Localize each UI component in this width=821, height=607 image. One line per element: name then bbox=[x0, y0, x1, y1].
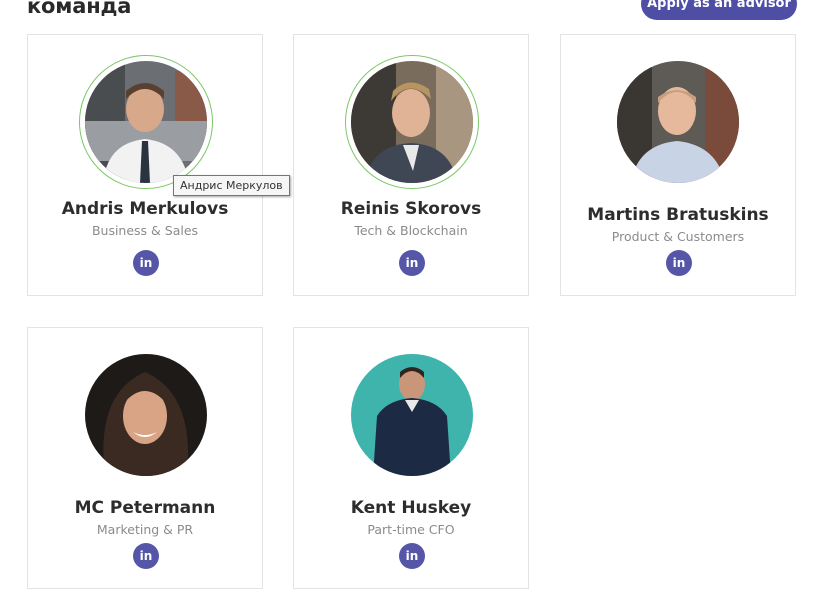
member-role: Marketing & PR bbox=[96, 522, 194, 537]
member-name: Kent Huskey bbox=[350, 498, 472, 518]
linkedin-icon[interactable]: in bbox=[666, 250, 692, 276]
apply-as-advisor-button[interactable]: Apply as an advisor bbox=[641, 0, 797, 20]
linkedin-icon[interactable]: in bbox=[399, 250, 425, 276]
linkedin-icon[interactable]: in bbox=[133, 250, 159, 276]
member-role: Part-time CFO bbox=[367, 522, 455, 537]
member-name: Martins Bratuskins bbox=[587, 205, 769, 225]
avatar[interactable] bbox=[617, 61, 739, 183]
avatar-tooltip: Андрис Меркулов bbox=[173, 175, 290, 196]
member-name: MC Petermann bbox=[74, 498, 216, 518]
member-name: Reinis Skorovs bbox=[340, 199, 482, 219]
team-card-martins: Martins Bratuskins Product & Customers i… bbox=[560, 34, 796, 296]
member-name: Andris Merkulovs bbox=[61, 199, 229, 219]
avatar[interactable] bbox=[85, 354, 207, 476]
avatar[interactable] bbox=[351, 61, 473, 183]
team-card-andris: Andris Merkulovs Business & Sales in bbox=[27, 34, 263, 296]
team-card-reinis: Reinis Skorovs Tech & Blockchain in bbox=[293, 34, 529, 296]
linkedin-icon[interactable]: in bbox=[399, 543, 425, 569]
avatar[interactable] bbox=[85, 61, 207, 183]
member-role: Product & Customers bbox=[611, 229, 745, 244]
avatar[interactable] bbox=[351, 354, 473, 476]
member-role: Business & Sales bbox=[91, 223, 199, 238]
team-card-kent: Kent Huskey Part-time CFO in bbox=[293, 327, 529, 589]
team-card-mc: MC Petermann Marketing & PR in bbox=[27, 327, 263, 589]
member-role: Tech & Blockchain bbox=[354, 223, 468, 238]
section-title: команда bbox=[27, 0, 132, 18]
linkedin-icon[interactable]: in bbox=[133, 543, 159, 569]
